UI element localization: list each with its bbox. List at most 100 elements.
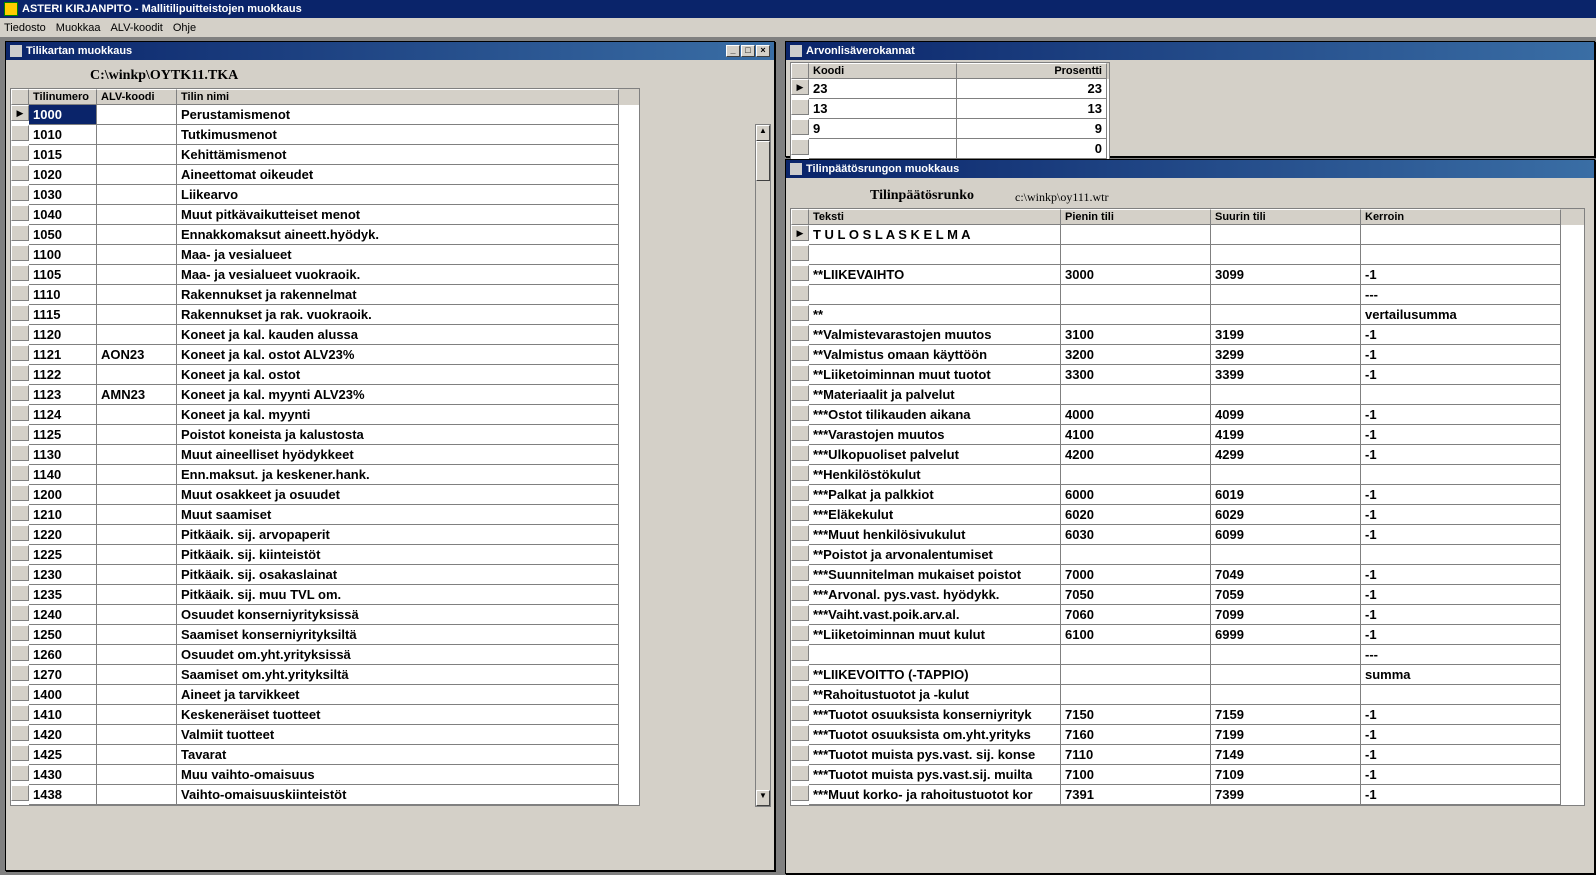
row-selector[interactable] xyxy=(791,139,809,155)
row-selector[interactable] xyxy=(791,305,809,321)
table-row[interactable]: --- xyxy=(791,285,1584,305)
cell-alv[interactable] xyxy=(97,365,177,385)
cell-koodi[interactable]: 23 xyxy=(809,79,957,99)
cell-alv[interactable] xyxy=(97,685,177,705)
row-selector[interactable] xyxy=(791,765,809,781)
row-selector[interactable] xyxy=(791,445,809,461)
cell-pienin[interactable]: 7110 xyxy=(1061,745,1211,765)
col-koodi[interactable]: Koodi xyxy=(809,63,957,79)
cell-kerroin[interactable] xyxy=(1361,545,1561,565)
cell-tilinumero[interactable]: 1250 xyxy=(29,625,97,645)
table-row[interactable]: 1115Rakennukset ja rak. vuokraoik. xyxy=(11,305,639,325)
cell-alv[interactable]: AMN23 xyxy=(97,385,177,405)
cell-alv[interactable] xyxy=(97,225,177,245)
col-pienin[interactable]: Pienin tili xyxy=(1061,209,1211,225)
cell-suurin[interactable] xyxy=(1211,285,1361,305)
cell-kerroin[interactable]: vertailusumma xyxy=(1361,305,1561,325)
table-row[interactable]: 0 xyxy=(791,139,1109,159)
cell-nimi[interactable]: Pitkäaik. sij. osakaslainat xyxy=(177,565,619,585)
table-row[interactable]: ***Vaiht.vast.poik.arv.al.70607099-1 xyxy=(791,605,1584,625)
row-selector[interactable] xyxy=(11,425,29,441)
cell-suurin[interactable]: 3299 xyxy=(1211,345,1361,365)
cell-alv[interactable] xyxy=(97,645,177,665)
cell-teksti[interactable] xyxy=(809,245,1061,265)
cell-kerroin[interactable]: -1 xyxy=(1361,345,1561,365)
row-selector[interactable] xyxy=(11,285,29,301)
row-selector[interactable] xyxy=(11,245,29,261)
cell-pienin[interactable]: 7000 xyxy=(1061,565,1211,585)
window-tilikartta-title[interactable]: Tilikartan muokkaus _ □ × xyxy=(6,42,774,60)
row-selector[interactable] xyxy=(11,625,29,641)
row-selector[interactable] xyxy=(791,465,809,481)
row-selector[interactable] xyxy=(11,125,29,141)
table-row[interactable]: 1123AMN23Koneet ja kal. myynti ALV23% xyxy=(11,385,639,405)
cell-suurin[interactable] xyxy=(1211,685,1361,705)
cell-suurin[interactable]: 3099 xyxy=(1211,265,1361,285)
table-row[interactable]: 1200 Muut osakkeet ja osuudet xyxy=(11,485,639,505)
table-row[interactable]: ***Eläkekulut60206029-1 xyxy=(791,505,1584,525)
cell-nimi[interactable]: Pitkäaik. sij. kiinteistöt xyxy=(177,545,619,565)
cell-pienin[interactable] xyxy=(1061,665,1211,685)
menu-ohje[interactable]: Ohje xyxy=(173,22,196,34)
table-row[interactable]: 1410Keskeneräiset tuotteet xyxy=(11,705,639,725)
cell-teksti[interactable]: T U L O S L A S K E L M A xyxy=(809,225,1061,245)
row-selector[interactable] xyxy=(11,525,29,541)
cell-tilinumero[interactable]: 1200 xyxy=(29,485,97,505)
row-selector[interactable] xyxy=(11,305,29,321)
menu-alv-koodit[interactable]: ALV-koodit xyxy=(110,22,162,34)
cell-teksti[interactable]: **Rahoitustuotot ja -kulut xyxy=(809,685,1061,705)
cell-teksti[interactable]: ***Varastojen muutos xyxy=(809,425,1061,445)
col-prosentti[interactable]: Prosentti xyxy=(957,63,1107,79)
cell-alv[interactable] xyxy=(97,465,177,485)
cell-suurin[interactable]: 6019 xyxy=(1211,485,1361,505)
cell-tilinumero[interactable]: 1125 xyxy=(29,425,97,445)
table-row[interactable]: 1220Pitkäaik. sij. arvopaperit xyxy=(11,525,639,545)
cell-tilinumero[interactable]: 1105 xyxy=(29,265,97,285)
cell-pienin[interactable] xyxy=(1061,645,1211,665)
table-row[interactable]: 1250Saamiset konserniyrityksiltä xyxy=(11,625,639,645)
cell-kerroin[interactable]: --- xyxy=(1361,285,1561,305)
row-selector[interactable] xyxy=(791,725,809,741)
cell-nimi[interactable]: Muut osakkeet ja osuudet xyxy=(177,485,619,505)
cell-nimi[interactable]: Aineet ja tarvikkeet xyxy=(177,685,619,705)
row-selector[interactable] xyxy=(11,465,29,481)
cell-alv[interactable] xyxy=(97,725,177,745)
cell-nimi[interactable]: Muut pitkävaikutteiset menot xyxy=(177,205,619,225)
cell-kerroin[interactable]: -1 xyxy=(1361,265,1561,285)
cell-pienin[interactable] xyxy=(1061,305,1211,325)
menu-muokkaa[interactable]: Muokkaa xyxy=(56,22,101,34)
col-kerroin[interactable]: Kerroin xyxy=(1361,209,1561,225)
cell-teksti[interactable]: ***Muut henkilösivukulut xyxy=(809,525,1061,545)
table-row[interactable]: 1430Muu vaihto-omaisuus xyxy=(11,765,639,785)
table-row[interactable]: 1125Poistot koneista ja kalustosta xyxy=(11,425,639,445)
table-row[interactable]: 1120Koneet ja kal. kauden alussa xyxy=(11,325,639,345)
cell-nimi[interactable]: Aineettomat oikeudet xyxy=(177,165,619,185)
cell-tilinumero[interactable]: 1230 xyxy=(29,565,97,585)
row-selector[interactable] xyxy=(11,185,29,201)
row-selector[interactable] xyxy=(11,545,29,561)
cell-pienin[interactable]: 6100 xyxy=(1061,625,1211,645)
row-selector[interactable] xyxy=(11,505,29,521)
cell-pienin[interactable]: 7391 xyxy=(1061,785,1211,805)
cell-pienin[interactable] xyxy=(1061,685,1211,705)
table-row[interactable]: T U L O S L A S K E L M A xyxy=(791,225,1584,245)
col-suurin[interactable]: Suurin tili xyxy=(1211,209,1361,225)
cell-teksti[interactable]: **Valmistus omaan käyttöön xyxy=(809,345,1061,365)
table-row[interactable]: 1260Osuudet om.yht.yrityksissä xyxy=(11,645,639,665)
cell-suurin[interactable]: 7159 xyxy=(1211,705,1361,725)
cell-alv[interactable] xyxy=(97,485,177,505)
row-selector[interactable] xyxy=(11,225,29,241)
col-alv-koodi[interactable]: ALV-koodi xyxy=(97,89,177,105)
row-selector[interactable] xyxy=(791,605,809,621)
table-row[interactable]: ***Suunnitelman mukaiset poistot70007049… xyxy=(791,565,1584,585)
cell-teksti[interactable]: **Liiketoiminnan muut tuotot xyxy=(809,365,1061,385)
cell-kerroin[interactable] xyxy=(1361,245,1561,265)
table-row[interactable]: 1420Valmiit tuotteet xyxy=(11,725,639,745)
cell-nimi[interactable]: Saamiset om.yht.yrityksiltä xyxy=(177,665,619,685)
cell-kerroin[interactable]: -1 xyxy=(1361,605,1561,625)
row-selector[interactable] xyxy=(791,285,809,301)
row-selector[interactable] xyxy=(11,585,29,601)
cell-kerroin[interactable]: -1 xyxy=(1361,505,1561,525)
row-selector[interactable] xyxy=(11,105,29,121)
cell-kerroin[interactable]: --- xyxy=(1361,645,1561,665)
